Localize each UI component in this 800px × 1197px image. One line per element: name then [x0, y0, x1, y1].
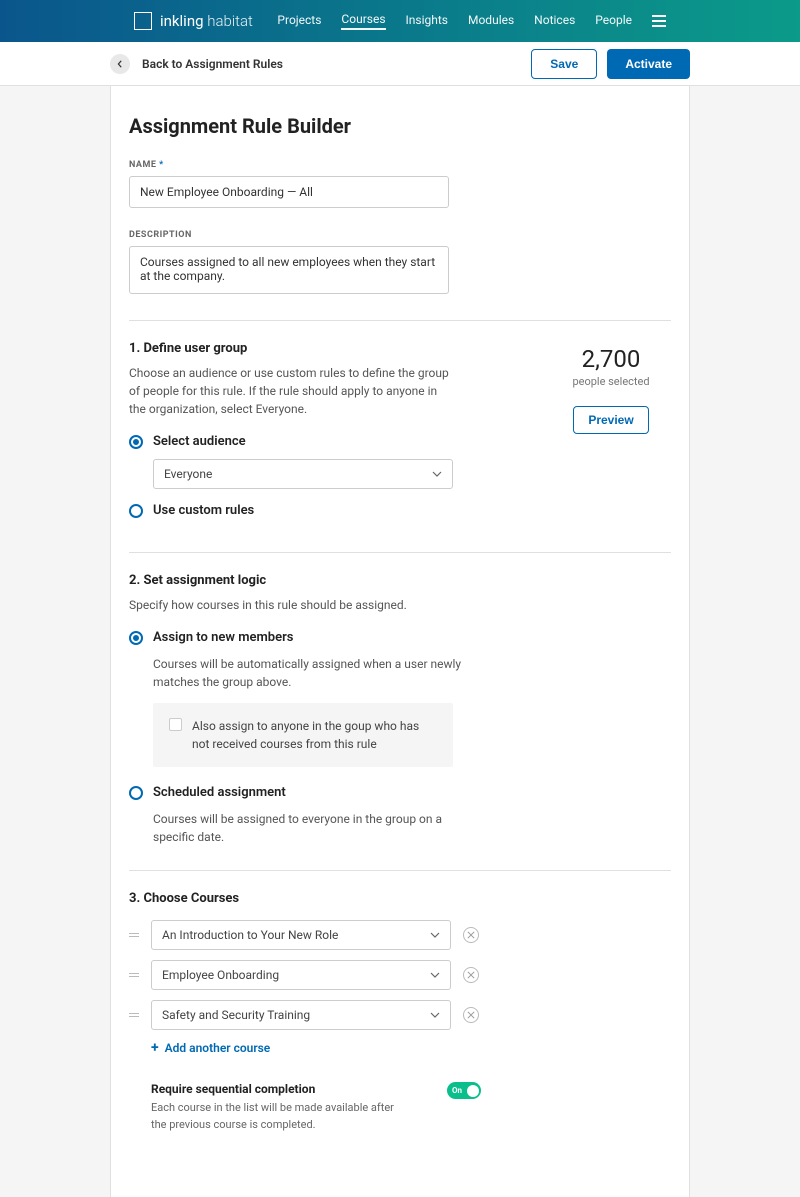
- course-select[interactable]: Safety and Security Training: [151, 1000, 451, 1030]
- drag-handle-icon[interactable]: [129, 933, 139, 937]
- chevron-down-icon: [430, 1010, 440, 1020]
- brand-name-2: habitat: [204, 12, 253, 30]
- people-selected-count: 2,700: [551, 345, 671, 373]
- chevron-down-icon: [430, 930, 440, 940]
- chevron-down-icon: [430, 970, 440, 980]
- sequential-toggle[interactable]: On: [447, 1082, 481, 1099]
- scheduled-desc: Courses will be assigned to everyone in …: [153, 810, 473, 846]
- audience-select[interactable]: Everyone: [153, 459, 453, 489]
- activate-button[interactable]: Activate: [607, 49, 690, 79]
- brand-name-1: inkling: [160, 12, 204, 30]
- nav-people[interactable]: People: [595, 13, 632, 29]
- radio-icon: [129, 435, 143, 449]
- drag-handle-icon[interactable]: [129, 973, 139, 977]
- description-label: Description: [129, 230, 671, 240]
- primary-nav: Projects Courses Insights Modules Notice…: [277, 12, 666, 30]
- people-selected-label: people selected: [551, 375, 671, 388]
- section-1-title: 1. Define user group: [129, 341, 511, 356]
- nav-modules[interactable]: Modules: [468, 13, 514, 29]
- also-assign-checkbox-row[interactable]: Also assign to anyone in the goup who ha…: [169, 717, 437, 753]
- back-button[interactable]: [110, 54, 130, 74]
- radio-custom-rules[interactable]: Use custom rules: [129, 503, 511, 518]
- radio-icon: [129, 631, 143, 645]
- course-row: Employee Onboarding: [129, 960, 671, 990]
- course-row: An Introduction to Your New Role: [129, 920, 671, 950]
- description-input[interactable]: [129, 246, 449, 294]
- close-icon: [467, 1011, 475, 1019]
- nav-insights[interactable]: Insights: [406, 13, 448, 29]
- course-select[interactable]: An Introduction to Your New Role: [151, 920, 451, 950]
- radio-select-audience[interactable]: Select audience: [129, 434, 511, 449]
- back-label: Back to Assignment Rules: [142, 57, 283, 71]
- chevron-down-icon: [432, 469, 442, 479]
- plus-icon: +: [151, 1040, 159, 1056]
- section-2-title: 2. Set assignment logic: [129, 573, 671, 588]
- preview-button[interactable]: Preview: [573, 406, 648, 434]
- close-icon: [467, 971, 475, 979]
- nav-courses[interactable]: Courses: [341, 12, 385, 30]
- remove-course-button[interactable]: [463, 1007, 479, 1023]
- nav-projects[interactable]: Projects: [277, 13, 321, 29]
- toggle-knob: [467, 1085, 479, 1097]
- chevron-left-icon: [116, 60, 124, 68]
- assign-new-desc: Courses will be automatically assigned w…: [153, 655, 473, 691]
- page-title: Assignment Rule Builder: [129, 114, 671, 138]
- course-select[interactable]: Employee Onboarding: [151, 960, 451, 990]
- top-nav-bar: inkling habitat Projects Courses Insight…: [0, 0, 800, 42]
- sub-header: Back to Assignment Rules Save Activate: [0, 42, 800, 86]
- name-input[interactable]: [129, 176, 449, 208]
- name-label: Name *: [129, 160, 671, 170]
- add-course-link[interactable]: + Add another course: [151, 1040, 671, 1056]
- remove-course-button[interactable]: [463, 967, 479, 983]
- radio-icon: [129, 504, 143, 518]
- course-row: Safety and Security Training: [129, 1000, 671, 1030]
- nav-notices[interactable]: Notices: [534, 13, 575, 29]
- sequential-title: Require sequential completion: [151, 1082, 411, 1096]
- radio-assign-new[interactable]: Assign to new members: [129, 630, 671, 645]
- close-icon: [467, 931, 475, 939]
- section-1-desc: Choose an audience or use custom rules t…: [129, 364, 449, 418]
- checkbox-icon: [169, 718, 182, 731]
- sequential-desc: Each course in the list will be made ava…: [151, 1100, 411, 1133]
- drag-handle-icon[interactable]: [129, 1013, 139, 1017]
- section-2-desc: Specify how courses in this rule should …: [129, 596, 449, 614]
- radio-scheduled[interactable]: Scheduled assignment: [129, 785, 671, 800]
- save-button[interactable]: Save: [531, 49, 597, 79]
- radio-icon: [129, 786, 143, 800]
- remove-course-button[interactable]: [463, 927, 479, 943]
- logo-icon: [134, 12, 152, 30]
- hamburger-menu-icon[interactable]: [652, 15, 666, 27]
- brand-logo[interactable]: inkling habitat: [134, 12, 253, 30]
- section-3-title: 3. Choose Courses: [129, 891, 671, 906]
